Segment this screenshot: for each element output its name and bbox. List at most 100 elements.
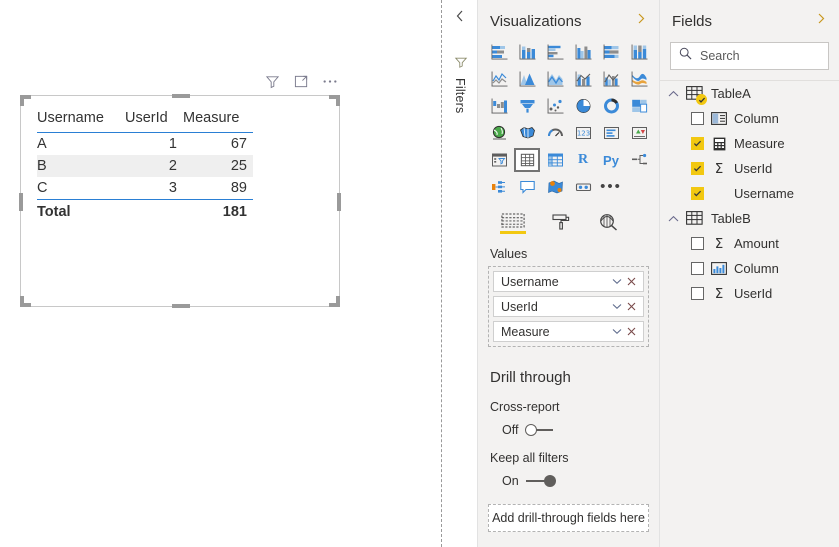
filled-map-icon[interactable]	[514, 121, 540, 145]
column-header-userid[interactable]: UserId	[125, 108, 183, 133]
field-item-tableb-column[interactable]: Column	[660, 256, 839, 281]
resize-handle-top-left-v[interactable]	[20, 95, 24, 106]
field-item-tablea-column[interactable]: Column	[660, 106, 839, 131]
values-well[interactable]: Username UserId Measure	[488, 266, 649, 347]
report-canvas[interactable]: Username UserId Measure A 1 67 B 2 25 C …	[0, 0, 443, 547]
remove-field-icon[interactable]	[624, 302, 639, 311]
visualization-property-tabs[interactable]	[478, 199, 659, 241]
field-well-pill-username[interactable]: Username	[493, 271, 644, 292]
resize-handle-middle-left[interactable]	[19, 193, 23, 211]
multi-row-card-icon[interactable]	[598, 121, 624, 145]
clustered-bar-chart-icon[interactable]	[542, 40, 568, 64]
table-icon[interactable]	[514, 148, 540, 172]
chevron-down-icon[interactable]	[609, 328, 624, 335]
stacked-column-chart-icon[interactable]	[514, 40, 540, 64]
field-checkbox[interactable]	[691, 112, 704, 125]
gauge-icon[interactable]	[542, 121, 568, 145]
resize-handle-top-center[interactable]	[172, 94, 190, 98]
field-checkbox[interactable]	[691, 137, 704, 150]
more-visuals-icon[interactable]: •••	[598, 175, 624, 199]
decomposition-tree-icon[interactable]	[626, 148, 652, 172]
keep-all-filters-toggle[interactable]	[525, 475, 556, 487]
hundred-percent-stacked-column-chart-icon[interactable]	[626, 40, 652, 64]
funnel-chart-icon[interactable]	[514, 94, 540, 118]
field-checkbox[interactable]	[691, 187, 704, 200]
arcgis-map-icon[interactable]	[542, 175, 568, 199]
field-item-tableb-userid[interactable]: Σ UserId	[660, 281, 839, 306]
cross-report-toggle-row[interactable]: Off	[478, 414, 659, 437]
analytics-tab[interactable]	[596, 213, 622, 241]
python-visual-icon[interactable]: Py	[598, 148, 624, 172]
line-and-stacked-column-chart-icon[interactable]	[570, 67, 596, 91]
table-visual-container[interactable]: Username UserId Measure A 1 67 B 2 25 C …	[19, 75, 341, 308]
resize-handle-top-right-v[interactable]	[336, 95, 340, 106]
resize-handle-bottom-left-v[interactable]	[20, 296, 24, 307]
fields-tab[interactable]	[500, 213, 526, 241]
area-chart-icon[interactable]	[514, 67, 540, 91]
chevron-down-icon[interactable]	[609, 303, 624, 310]
kpi-icon[interactable]	[626, 121, 652, 145]
remove-field-icon[interactable]	[624, 327, 639, 336]
focus-mode-icon[interactable]	[293, 73, 309, 89]
data-table[interactable]: Username UserId Measure A 1 67 B 2 25 C …	[37, 108, 253, 223]
matrix-icon[interactable]	[542, 148, 568, 172]
search-input[interactable]: Search	[700, 49, 740, 63]
clustered-column-chart-icon[interactable]	[570, 40, 596, 64]
r-script-visual-icon[interactable]: R	[570, 148, 596, 172]
field-checkbox[interactable]	[691, 262, 704, 275]
hundred-percent-stacked-bar-chart-icon[interactable]	[598, 40, 624, 64]
key-influencers-icon[interactable]	[486, 175, 512, 199]
smart-narrative-icon[interactable]	[514, 175, 540, 199]
column-header-username[interactable]: Username	[37, 108, 125, 133]
resize-handle-middle-right[interactable]	[337, 193, 341, 211]
donut-chart-icon[interactable]	[598, 94, 624, 118]
field-checkbox[interactable]	[691, 237, 704, 250]
waterfall-chart-icon[interactable]	[486, 94, 512, 118]
chevron-up-icon[interactable]	[668, 85, 679, 103]
line-chart-icon[interactable]	[486, 67, 512, 91]
field-item-tablea-username[interactable]: Username	[660, 181, 839, 206]
table-row[interactable]: B 2 25	[37, 155, 253, 177]
field-table-tablea[interactable]: TableA	[660, 81, 839, 106]
keep-all-filters-toggle-row[interactable]: On	[478, 465, 659, 488]
field-item-tablea-measure[interactable]: Measure	[660, 131, 839, 156]
field-well-pill-measure[interactable]: Measure	[493, 321, 644, 342]
column-header-measure[interactable]: Measure	[183, 108, 253, 133]
filters-pane-collapsed[interactable]: Filters	[444, 0, 478, 547]
paginated-report-icon[interactable]	[570, 175, 596, 199]
resize-handle-bottom-center[interactable]	[172, 304, 190, 308]
pie-chart-icon[interactable]	[570, 94, 596, 118]
chevron-up-icon[interactable]	[668, 210, 679, 228]
treemap-icon[interactable]	[626, 94, 652, 118]
format-tab[interactable]	[548, 213, 574, 241]
slicer-icon[interactable]	[486, 148, 512, 172]
table-row[interactable]: C 3 89	[37, 177, 253, 200]
field-table-tableb[interactable]: TableB	[660, 206, 839, 231]
stacked-area-chart-icon[interactable]	[542, 67, 568, 91]
filter-funnel-icon[interactable]	[454, 56, 468, 74]
field-checkbox[interactable]	[691, 162, 704, 175]
line-and-clustered-column-chart-icon[interactable]	[598, 67, 624, 91]
resize-handle-bottom-right-v[interactable]	[336, 296, 340, 307]
drill-through-drop-zone[interactable]: Add drill-through fields here	[488, 504, 649, 532]
card-icon[interactable]: 123	[570, 121, 596, 145]
table-visual[interactable]: Username UserId Measure A 1 67 B 2 25 C …	[19, 94, 341, 308]
scatter-chart-icon[interactable]	[542, 94, 568, 118]
stacked-bar-chart-icon[interactable]	[486, 40, 512, 64]
visualization-gallery[interactable]: 123 R Py •••	[478, 40, 659, 199]
chevron-down-icon[interactable]	[609, 278, 624, 285]
map-icon[interactable]	[486, 121, 512, 145]
filter-icon[interactable]	[264, 73, 280, 89]
search-box[interactable]: Search	[670, 42, 829, 70]
cross-report-toggle[interactable]	[525, 424, 555, 436]
more-options-icon[interactable]	[322, 73, 338, 89]
field-item-tableb-amount[interactable]: Σ Amount	[660, 231, 839, 256]
chevron-right-icon[interactable]	[636, 12, 647, 30]
chevron-right-icon[interactable]	[816, 12, 827, 30]
remove-field-icon[interactable]	[624, 277, 639, 286]
ribbon-chart-icon[interactable]	[626, 67, 652, 91]
field-well-pill-userid[interactable]: UserId	[493, 296, 644, 317]
chevron-left-icon[interactable]	[454, 9, 466, 28]
table-row[interactable]: A 1 67	[37, 133, 253, 156]
field-item-tablea-userid[interactable]: Σ UserId	[660, 156, 839, 181]
